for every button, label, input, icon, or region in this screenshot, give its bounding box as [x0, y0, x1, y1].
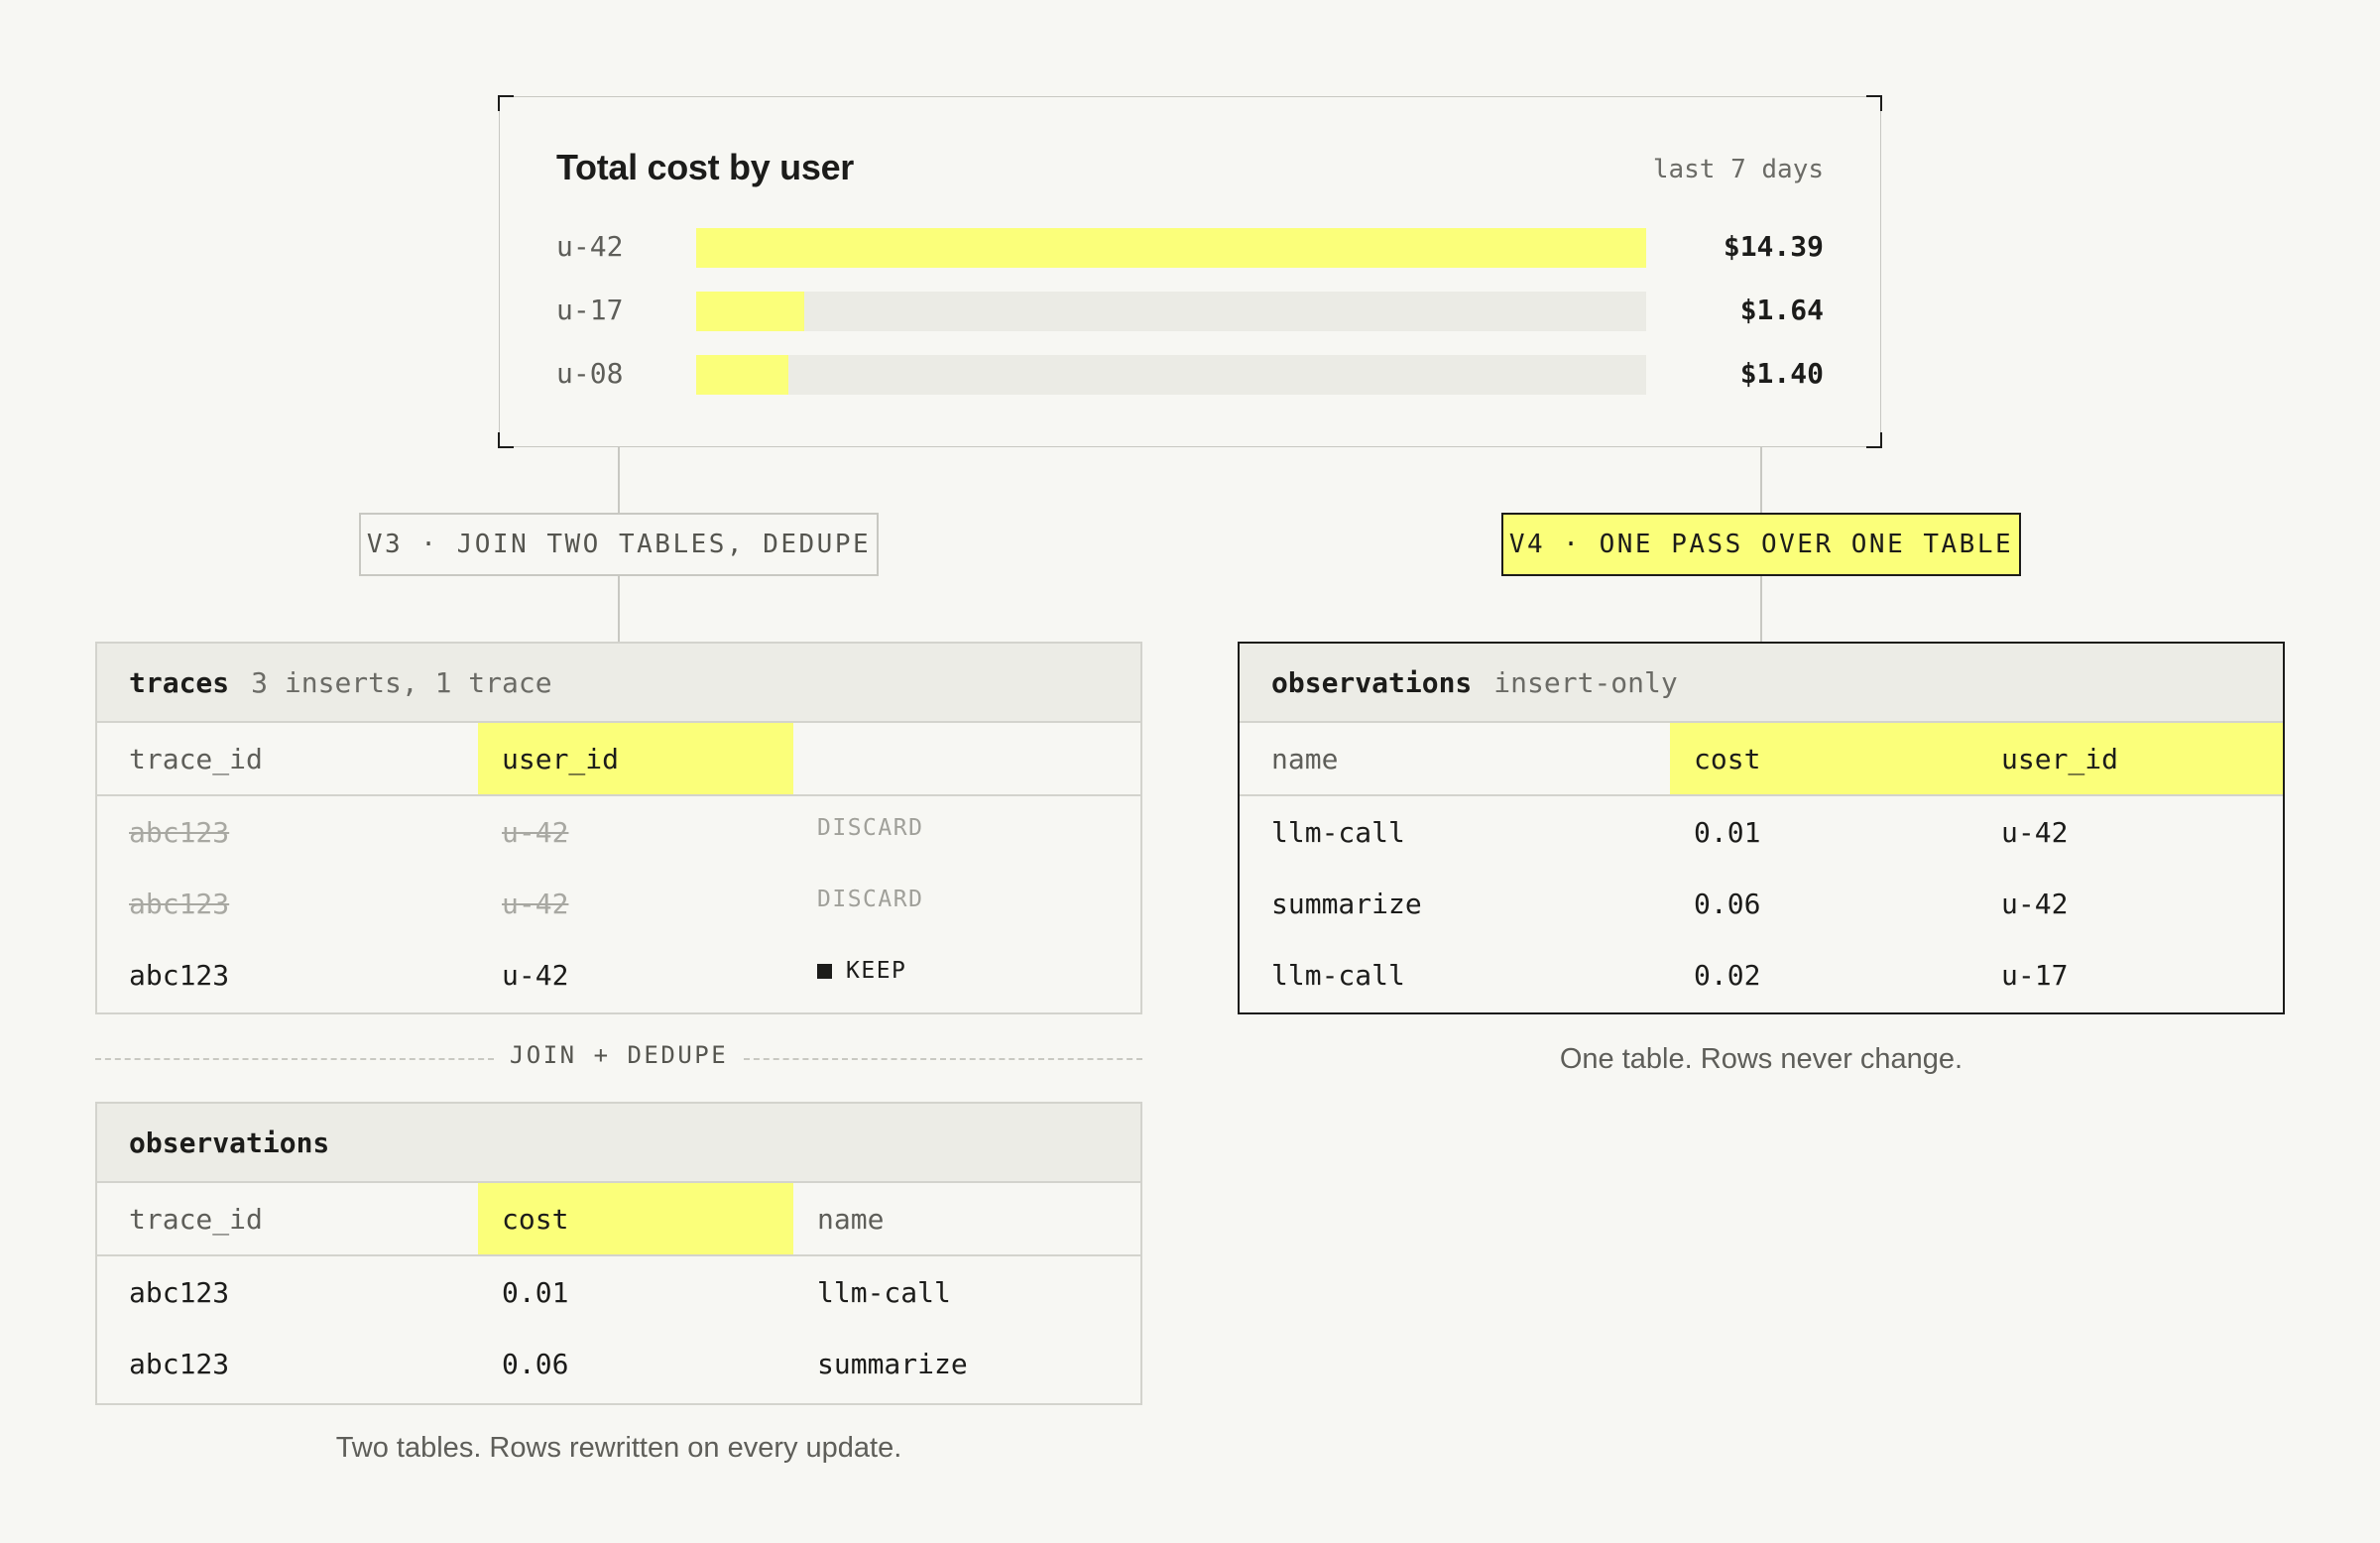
bar-track [696, 355, 1646, 395]
connector-line [1760, 576, 1762, 642]
table-row: llm-call 0.02 u-17 [1240, 939, 2283, 1010]
cell-user-id: u-42 [502, 887, 569, 920]
table-row: abc123 u-42 DISCARD [97, 868, 1140, 939]
connector-line [618, 576, 620, 642]
cost-bar-row: u-17 $1.64 [556, 292, 1824, 331]
cost-bar-row: u-08 $1.40 [556, 355, 1824, 395]
table-name: observations [1271, 665, 1473, 699]
connector-line [1760, 447, 1762, 513]
bar-user-label: u-08 [556, 357, 624, 390]
corner-mark [498, 432, 514, 448]
cell-trace-id: abc123 [129, 815, 230, 849]
table-header: observations [97, 1104, 1140, 1183]
bar-cost-value: $14.39 [1723, 230, 1824, 263]
cell-user-id: u-42 [502, 815, 569, 849]
column-header-row: name cost user_id [1240, 723, 2283, 796]
table-meta: 3 inserts, 1 trace [251, 665, 552, 699]
table-row: abc123 0.01 llm-call [97, 1256, 1140, 1328]
corner-mark [1866, 95, 1882, 111]
v3-observations-table: observations trace_id cost name abc123 0… [95, 1102, 1142, 1405]
cell-name: summarize [817, 1347, 968, 1380]
table-row: abc123 0.06 summarize [97, 1328, 1140, 1399]
cell-cost: 0.01 [1694, 815, 1761, 849]
column-header-cost: cost [1694, 742, 1761, 775]
connector-line [618, 447, 620, 513]
cell-name: llm-call [1271, 958, 1405, 992]
cell-name: summarize [1271, 887, 1422, 920]
table-row: llm-call 0.01 u-42 [1240, 796, 2283, 868]
card-title: Total cost by user [556, 147, 855, 187]
corner-mark [498, 95, 514, 111]
bar-cost-value: $1.40 [1739, 357, 1824, 390]
cell-user-id: u-42 [2001, 887, 2069, 920]
cell-cost: 0.01 [502, 1275, 569, 1309]
table-header: observations insert-only [1240, 644, 2283, 723]
corner-mark [1866, 432, 1882, 448]
table-row: abc123 u-42 KEEP [97, 939, 1140, 1010]
column-header-highlighted: user_id [478, 723, 793, 794]
column-header: trace_id [129, 742, 263, 775]
v3-tag: V3 · JOIN TWO TABLES, DEDUPE [359, 513, 879, 576]
bar-user-label: u-42 [556, 230, 624, 263]
cell-cost: 0.06 [502, 1347, 569, 1380]
table-row: abc123 u-42 DISCARD [97, 796, 1140, 868]
cell-cost: 0.06 [1694, 887, 1761, 920]
table-row: summarize 0.06 u-42 [1240, 868, 2283, 939]
column-header-row: trace_id cost name [97, 1183, 1140, 1256]
column-header-highlighted: cost [478, 1183, 793, 1254]
column-header: name [817, 1202, 885, 1236]
cost-bar-row: u-42 $14.39 [556, 228, 1824, 268]
table-meta: insert-only [1493, 665, 1678, 699]
v4-caption: One table. Rows never change. [1559, 1043, 1964, 1075]
v4-observations-table: observations insert-only name cost user_… [1238, 642, 2285, 1014]
cell-user-id: u-42 [2001, 815, 2069, 849]
cell-trace-id: abc123 [129, 1347, 230, 1380]
cell-trace-id: abc123 [129, 887, 230, 920]
bar-track [696, 292, 1646, 331]
column-header-user-id: user_id [2001, 742, 2119, 775]
table-name: observations [129, 1126, 330, 1159]
status-discard: DISCARD [817, 815, 924, 841]
cell-user-id: u-42 [502, 958, 569, 992]
divider-label: JOIN + DEDUPE [509, 1041, 729, 1069]
table-header: traces 3 inserts, 1 trace [97, 644, 1140, 723]
v4-tag: V4 · ONE PASS OVER ONE TABLE [1501, 513, 2021, 576]
cell-user-id: u-17 [2001, 958, 2069, 992]
bar-fill [696, 292, 805, 331]
join-dedupe-divider: JOIN + DEDUPE [95, 1041, 1142, 1077]
column-header: trace_id [129, 1202, 263, 1236]
cell-trace-id: abc123 [129, 1275, 230, 1309]
column-header: name [1271, 742, 1339, 775]
column-header-row: trace_id user_id [97, 723, 1140, 796]
v3-caption: Two tables. Rows rewritten on every upda… [335, 1432, 902, 1464]
bar-cost-value: $1.64 [1739, 294, 1824, 326]
bar-fill [696, 355, 789, 395]
status-discard: DISCARD [817, 887, 924, 912]
bar-track [696, 228, 1646, 268]
card-range: last 7 days [1652, 155, 1824, 184]
column-header-highlighted: cost user_id [1670, 723, 2283, 794]
status-keep: KEEP [817, 935, 906, 1007]
bar-user-label: u-17 [556, 294, 624, 326]
cell-cost: 0.02 [1694, 958, 1761, 992]
cell-trace-id: abc123 [129, 958, 230, 992]
keep-square-icon [817, 963, 832, 979]
cell-name: llm-call [817, 1275, 951, 1309]
table-name: traces [129, 665, 230, 699]
cell-name: llm-call [1271, 815, 1405, 849]
cost-by-user-card: Total cost by user last 7 days u-42 $14.… [498, 95, 1882, 448]
status-keep-label: KEEP [846, 958, 907, 984]
bar-fill [696, 228, 1646, 268]
traces-table: traces 3 inserts, 1 trace trace_id user_… [95, 642, 1142, 1014]
